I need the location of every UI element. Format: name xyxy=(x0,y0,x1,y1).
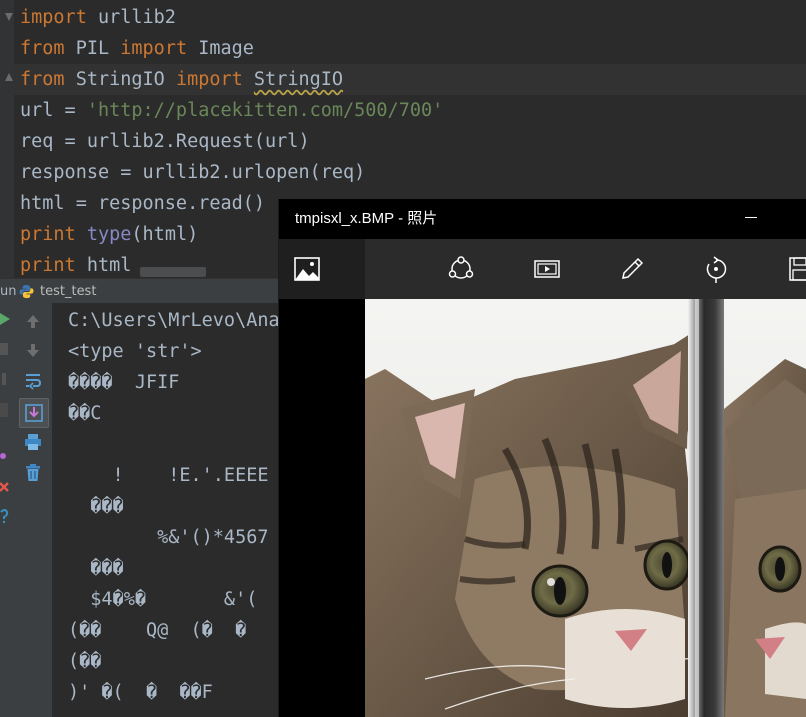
code-token: urllib2 xyxy=(86,7,176,28)
minimize-button[interactable] xyxy=(745,217,757,218)
editor-gutter xyxy=(0,0,14,278)
window-title: tmpisxl_x.BMP - 照片 xyxy=(295,210,438,227)
console-line: %&'()*4567 xyxy=(68,527,269,548)
down-arrow-icon[interactable] xyxy=(25,343,41,359)
dump-threads-icon[interactable] xyxy=(0,449,10,463)
stop-icon[interactable] xyxy=(0,343,8,355)
code-token: response = urllib2.urlopen(req) xyxy=(20,162,366,183)
code-token: type xyxy=(86,224,132,245)
draw-icon[interactable] xyxy=(619,256,645,282)
scroll-to-end-button[interactable] xyxy=(19,398,49,428)
code-token: Image xyxy=(187,38,254,59)
photo-viewport[interactable] xyxy=(279,299,806,717)
code-token: StringIO xyxy=(253,69,344,90)
slideshow-icon[interactable] xyxy=(534,258,560,280)
console-line: $4�%� &'( xyxy=(68,589,258,610)
code-token: print xyxy=(20,255,76,276)
code-line[interactable]: print html xyxy=(20,250,131,281)
scroll-to-end-icon xyxy=(25,404,43,422)
fold-marker-icon[interactable] xyxy=(5,13,14,23)
clear-all-icon[interactable] xyxy=(24,464,42,482)
run-side-toolbar xyxy=(0,303,14,717)
code-token: html = response.read() xyxy=(20,193,266,214)
code-line[interactable]: html = response.read() xyxy=(20,188,265,219)
console-line: C:\Users\MrLevo\Ana xyxy=(68,310,280,331)
rerun-icon[interactable] xyxy=(0,313,10,325)
console-line: ��C xyxy=(68,403,102,424)
code-token: req = urllib2.Request(url) xyxy=(20,131,310,152)
console-line: (�� xyxy=(68,651,102,672)
pause-icon[interactable] xyxy=(0,373,8,385)
editor-horizontal-scrollbar[interactable] xyxy=(140,267,206,277)
code-line[interactable]: from PIL import Image xyxy=(20,33,254,64)
photos-toolbar xyxy=(279,239,806,299)
restore-layout-icon[interactable] xyxy=(0,403,8,417)
help-icon[interactable] xyxy=(0,509,10,523)
console-line: ! !E.'.EEEE xyxy=(68,465,269,486)
image-icon xyxy=(294,257,320,281)
close-run-icon[interactable] xyxy=(0,481,10,495)
code-line[interactable]: from StringIO import StringIO xyxy=(14,64,806,95)
soft-wrap-icon[interactable] xyxy=(24,372,42,390)
console-line: ���� JFIF xyxy=(68,372,180,393)
python-icon xyxy=(19,284,34,299)
photos-app-window[interactable]: tmpisxl_x.BMP - 照片 xyxy=(279,199,806,717)
code-token: StringIO xyxy=(64,69,176,90)
run-label: un xyxy=(0,284,17,299)
kitten-image xyxy=(365,299,806,717)
code-token: print xyxy=(20,224,76,245)
code-line[interactable]: response = urllib2.urlopen(req) xyxy=(20,157,365,188)
console-line: (�� Q@ (� � xyxy=(68,620,247,641)
code-token: import xyxy=(120,38,188,59)
code-token: import xyxy=(175,69,243,90)
code-line[interactable]: url = 'http://placekitten.com/500/700' xyxy=(20,95,443,126)
collection-button[interactable] xyxy=(279,239,365,299)
code-line[interactable]: import urllib2 xyxy=(20,2,176,33)
code-token: import xyxy=(20,7,87,28)
code-token: from xyxy=(20,38,65,59)
code-token: html xyxy=(75,255,132,276)
console-line: ��� xyxy=(68,558,124,579)
print-icon[interactable] xyxy=(24,433,42,451)
code-line[interactable]: req = urllib2.Request(url) xyxy=(20,126,310,157)
up-arrow-icon[interactable] xyxy=(25,313,41,329)
console-line: )' �( � ��F xyxy=(68,682,213,703)
code-token: PIL xyxy=(64,38,121,59)
run-tab-test-test[interactable]: test_test xyxy=(40,279,96,304)
console-line: ��� xyxy=(68,496,124,517)
photos-title-bar[interactable]: tmpisxl_x.BMP - 照片 xyxy=(279,199,806,239)
fold-marker-icon[interactable] xyxy=(5,73,14,83)
save-icon[interactable] xyxy=(789,257,806,281)
rotate-icon[interactable] xyxy=(703,256,729,284)
console-line: <type 'str'> xyxy=(68,341,202,362)
kitten-photo xyxy=(365,299,806,717)
code-token: from xyxy=(20,69,65,90)
code-token: 'http://placekitten.com/500/700' xyxy=(86,100,444,121)
code-line[interactable]: print type(html) xyxy=(20,219,198,250)
share-icon[interactable] xyxy=(448,256,474,282)
console-toolbar xyxy=(14,303,53,717)
code-token: (html) xyxy=(131,224,199,245)
code-token: url = xyxy=(20,100,87,121)
